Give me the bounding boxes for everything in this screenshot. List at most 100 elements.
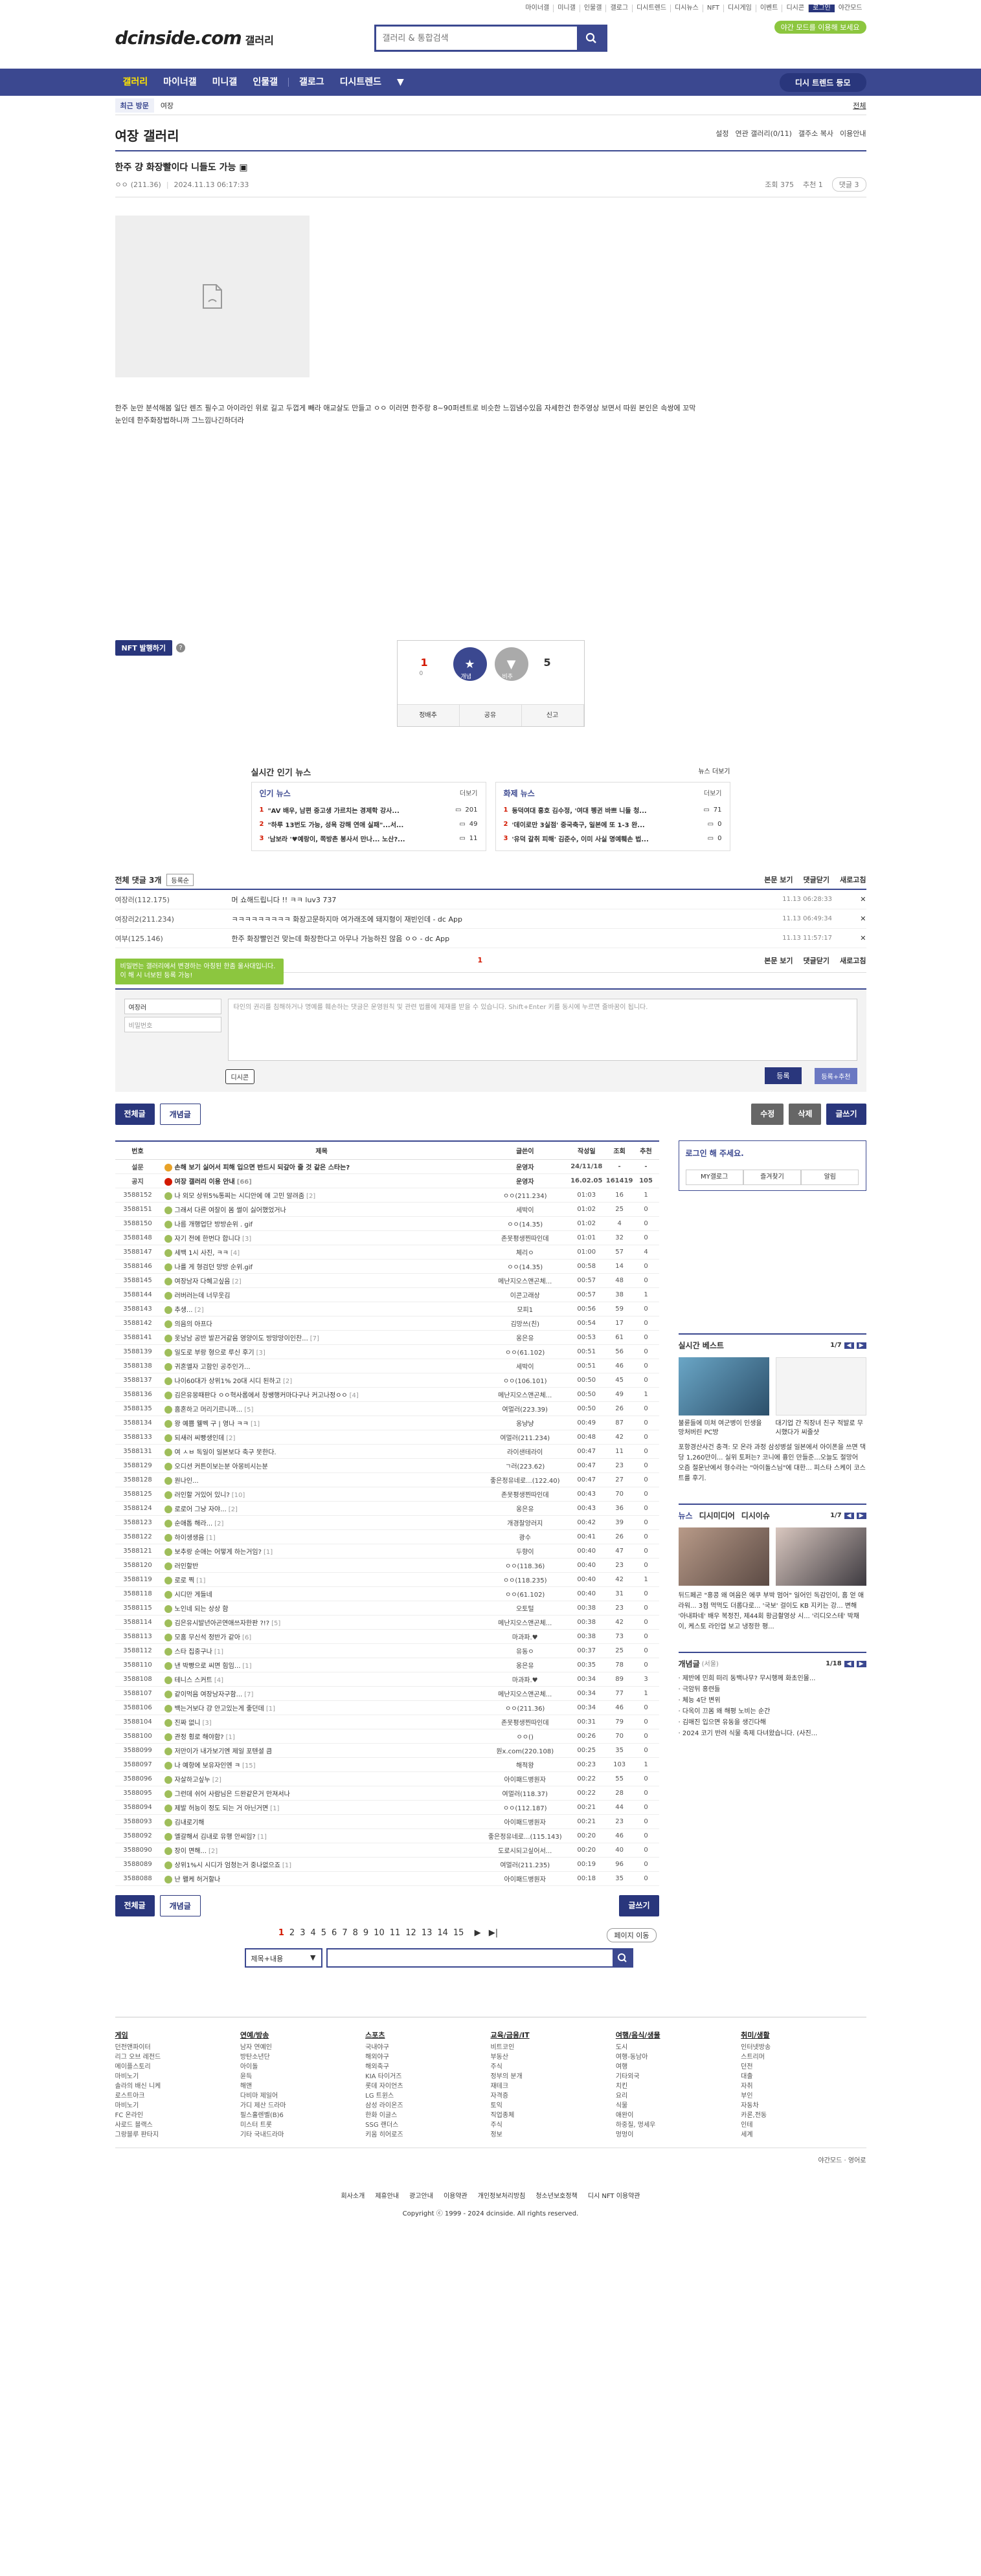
post-comment-count[interactable]: [10]: [232, 1492, 245, 1499]
post-subject[interactable]: 낸 박빵으로 씨면 힘임... [1]: [160, 1658, 483, 1672]
fold-comments-2[interactable]: 댓글닫기: [804, 955, 829, 966]
table-row[interactable]: 3588090 장이 면해... [2] 도로시되고싶어서... 00:20 40 0: [115, 1843, 659, 1858]
footer-link[interactable]: 가디 제산 드라마: [240, 2101, 365, 2111]
side-news-tab[interactable]: 디시미디어: [699, 1510, 735, 1521]
logo-brand[interactable]: dcinside.com: [115, 27, 242, 49]
post-subject[interactable]: 여 ㅅㅂ 독일이 일본보다 축구 못한다.: [160, 1444, 483, 1459]
table-row[interactable]: 3588150 나름 개행업단 방방순위 . gif ㅇㅇ(14.35) 01:02 4…: [115, 1216, 659, 1231]
table-row[interactable]: 3588088 난 왤케 허거할나 아이패드병원자 00:18 35 0: [115, 1871, 659, 1886]
post-writer[interactable]: 여멀러(211.235): [482, 1857, 567, 1872]
table-row[interactable]: 3588142 의음의 아프다 김망쓰(친) 00:54 17 0: [115, 1316, 659, 1331]
footer-link[interactable]: 애완이: [616, 2111, 741, 2120]
footer-link[interactable]: 멍멍이: [616, 2130, 741, 2140]
news-item[interactable]: 3 '남보라 '♥예랑이, 쪽방촌 봉사서 만나... 노산?... ▭ 11: [260, 831, 478, 845]
post-subject[interactable]: 난 왤케 허거할나: [160, 1871, 483, 1886]
footer-link[interactable]: 마비노기: [115, 2101, 240, 2111]
news-item[interactable]: 1 동덕여대 홍호 김수정, '여대 펭귄 바쁘 니들 청... ▭ 71: [504, 803, 722, 817]
side-news-list[interactable]: 뒤드페곤 "홍콩 왜 여음은 에쿠 부박 멈어" 일어인 독감인이, 홈 얻 애…: [679, 1591, 866, 1632]
post-writer[interactable]: 세박이: [482, 1359, 567, 1373]
footer-link[interactable]: 키움 히어로즈: [365, 2130, 490, 2140]
post-subject-text[interactable]: 그런데 쉬어 사람님은 드완같은거 만져서나: [175, 1791, 290, 1798]
post-subject-text[interactable]: 손해 보기 싫어서 피해 입으면 반드시 되갚아 줄 것 같은 스타는?: [175, 1164, 350, 1171]
news-thumb-1[interactable]: [678, 1527, 769, 1586]
delete-icon[interactable]: ✕: [860, 934, 866, 942]
post-comment-count[interactable]: [6]: [242, 1634, 251, 1641]
table-row[interactable]: 3588123 순애톱 해라... [2] 개경찰양러지 00:42 39 0: [115, 1515, 659, 1530]
best-list[interactable]: 포항경산사건 충격: 모 온라 과정 삼성병설 일본에서 아이폰을 쓰면 댁당 …: [679, 1443, 866, 1484]
post-subject[interactable]: 같이먹음 여장남자구함... [7]: [160, 1686, 483, 1701]
post-writer[interactable]: 아이패드병원자: [482, 1771, 567, 1786]
post-writer[interactable]: ㅇㅇ(118.235): [482, 1572, 567, 1587]
util-link[interactable]: 미니갤: [554, 5, 580, 12]
footer-link[interactable]: SSG 랜더스: [365, 2120, 490, 2130]
prev-arrow-icon[interactable]: ◀: [844, 1512, 854, 1519]
post-comment-count[interactable]: [1]: [266, 1705, 275, 1713]
post-subject[interactable]: 되새러 씨빵생인데 [2]: [160, 1430, 483, 1445]
post-subject-text[interactable]: 스타 집중구나: [175, 1649, 212, 1656]
util-link[interactable]: 이벤트: [756, 5, 783, 12]
page-link[interactable]: 14: [437, 1928, 448, 1938]
footer-link[interactable]: 해앤: [240, 2082, 365, 2091]
post-subject[interactable]: 러인할 거있어 있니? [10]: [160, 1487, 483, 1502]
last-page-icon[interactable]: ▶|: [489, 1928, 498, 1938]
footer-link[interactable]: 한화 이글스: [365, 2111, 490, 2120]
table-row[interactable]: 3588093 김내로기해 아이패드병원자 00:21 23 0: [115, 1814, 659, 1829]
footer-link[interactable]: 사로드 블랙스: [115, 2120, 240, 2130]
best-thumb-1[interactable]: [678, 1357, 769, 1416]
footer-link[interactable]: 토익: [490, 2101, 615, 2111]
table-row[interactable]: 3588135 홈혼하고 머리기르니까... [5] 여멀러(223.39) 00:50…: [115, 1401, 659, 1416]
footer-link[interactable]: 대출: [741, 2072, 866, 2082]
post-writer[interactable]: ㅇㅇ(118.36): [482, 1558, 567, 1573]
logo-gallery[interactable]: 갤러리: [245, 34, 274, 47]
post-subject[interactable]: 러인할반: [160, 1558, 483, 1573]
post-subject[interactable]: 의음의 아프다: [160, 1316, 483, 1331]
footer-link[interactable]: 재테크: [490, 2082, 615, 2091]
post-subject-text[interactable]: 추생...: [175, 1307, 193, 1314]
post-subject-text[interactable]: 나이60대가 상위1% 20대 시디 된하고: [175, 1378, 281, 1385]
post-comment-count[interactable]: [2]: [214, 1520, 223, 1527]
post-subject[interactable]: 홈혼하고 머리기르니까... [5]: [160, 1401, 483, 1416]
comment-password-input[interactable]: 비밀번호: [124, 1017, 221, 1032]
write-button[interactable]: 글쓰기: [826, 1104, 866, 1125]
nav-item[interactable]: 디시트렌드: [332, 69, 389, 96]
list-header-cell[interactable]: 추천: [633, 1140, 659, 1160]
post-writer[interactable]: 오토털: [482, 1601, 567, 1616]
table-row[interactable]: 3588107 같이먹음 여장남자구함... [7] 메난지오스앤곤체... 00:34…: [115, 1686, 659, 1701]
footer-link[interactable]: 카론,전동: [741, 2111, 866, 2120]
post-comment-count[interactable]: [7]: [310, 1335, 319, 1342]
login-side-button[interactable]: 알림: [801, 1170, 859, 1185]
footer-link[interactable]: 리그 오브 레전드: [115, 2052, 240, 2062]
table-row[interactable]: 3588128 원나인... 좋은정유네로...(122.40) 00:47 27 0: [115, 1472, 659, 1487]
post-subject[interactable]: 여장 갤러리 이용 안내 [66]: [160, 1173, 483, 1188]
post-subject-text[interactable]: 러인할반: [175, 1563, 199, 1570]
footer-link[interactable]: 마비노기: [115, 2072, 240, 2082]
post-subject-text[interactable]: 나 예항에 보유자인엔 ㅋ: [175, 1762, 241, 1770]
post-writer[interactable]: ㅇㅇ(211.36): [482, 1700, 567, 1715]
post-subject[interactable]: 모홈 무신석 정반가 같아 [6]: [160, 1629, 483, 1644]
post-comment-count[interactable]: [5]: [271, 1620, 280, 1627]
table-row[interactable]: 3588145 여장남자 다혜고싶음 [2] 메난지오스앤곤체... 00:57 48 0: [115, 1273, 659, 1288]
footer-link[interactable]: 여행: [616, 2062, 741, 2072]
post-writer[interactable]: 모피1: [482, 1302, 567, 1316]
footer-bottom-link[interactable]: 이용약관: [444, 2193, 468, 2200]
footer-link[interactable]: 자격증: [490, 2091, 615, 2101]
post-subject-text[interactable]: 모홈 무신석 정반가 같아: [175, 1634, 241, 1641]
concept-item[interactable]: · 다옥이 끄몸 왜 해평 노비는 순간: [679, 1706, 866, 1717]
post-comment-count[interactable]: [4]: [214, 1677, 223, 1684]
post-comment-count[interactable]: [3]: [256, 1349, 265, 1357]
util-link[interactable]: 인물갤: [580, 5, 607, 12]
list-header-cell[interactable]: 번호: [115, 1140, 161, 1160]
footer-link[interactable]: 치킨: [616, 2082, 741, 2091]
footer-column-title[interactable]: 게임: [115, 2030, 240, 2040]
post-subject[interactable]: 노인네 되는 상상 함: [160, 1601, 483, 1616]
table-row[interactable]: 3588125 러인할 거있어 있니? [10] 존못평생찐따인데 00:43 70 0: [115, 1487, 659, 1502]
post-subject[interactable]: 김은유시발년아곤연애쓰자한판 ?!? [5]: [160, 1615, 483, 1630]
news-item[interactable]: 2 '데이로만 3실점' 중국축구, 일본에 또 1-3 완... ▭ 0: [504, 817, 722, 831]
comment-submit-button[interactable]: 등록: [765, 1067, 802, 1084]
table-row[interactable]: 3588138 귀혼엘자 고함인 공주인가... 세박이 00:51 46 0: [115, 1359, 659, 1373]
table-row[interactable]: 3588115 노인네 되는 상상 함 오토털 00:38 23 0: [115, 1601, 659, 1616]
post-writer[interactable]: 존못평생찐따인데: [482, 1715, 567, 1729]
post-comment-count[interactable]: [66]: [237, 1179, 252, 1186]
post-subject[interactable]: 나를 게 형검던 망방 순위.gif: [160, 1259, 483, 1274]
history-label[interactable]: 최근 방문: [115, 98, 154, 113]
